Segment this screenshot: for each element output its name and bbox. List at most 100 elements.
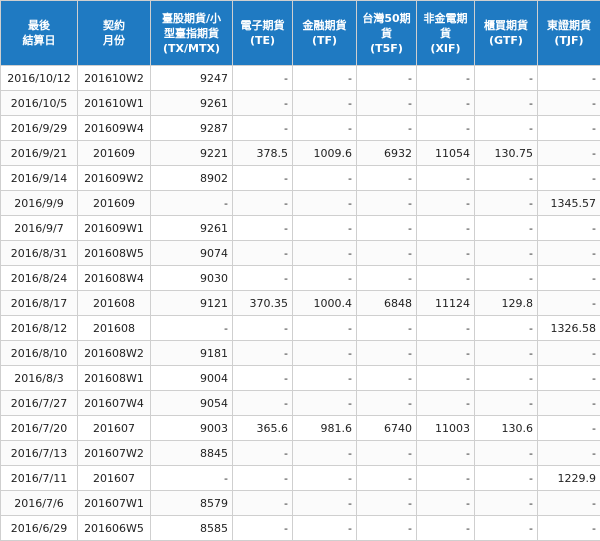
- header-text-line: 電子期貨: [235, 18, 290, 33]
- te-price-cell: 365.6: [233, 416, 293, 441]
- gtf-price-cell: -: [475, 316, 538, 341]
- tjf-price-cell: -: [538, 441, 600, 466]
- tx-mtx-price-cell: 8902: [151, 166, 233, 191]
- tjf-price-cell: 1229.9: [538, 466, 600, 491]
- contract-month-cell: 201608W4: [78, 266, 151, 291]
- t5f-price-cell: 6932: [357, 141, 417, 166]
- tx-mtx-price-cell: 9247: [151, 66, 233, 91]
- xif-price-cell: -: [417, 66, 475, 91]
- tf-price-cell: -: [293, 216, 357, 241]
- tf-price-cell: -: [293, 491, 357, 516]
- contract-month-cell: 201609W1: [78, 216, 151, 241]
- settlement-date-cell: 2016/8/24: [1, 266, 78, 291]
- tjf-price-cell: -: [538, 366, 600, 391]
- t5f-price-cell: -: [357, 441, 417, 466]
- te-price-cell: -: [233, 166, 293, 191]
- tx-mtx-price-cell: 9221: [151, 141, 233, 166]
- te-price-cell: -: [233, 516, 293, 541]
- tjf-price-cell: -: [538, 216, 600, 241]
- tx-mtx-price-cell: 8845: [151, 441, 233, 466]
- contract-month-cell: 201609: [78, 141, 151, 166]
- settlement-date-cell: 2016/9/7: [1, 216, 78, 241]
- tx-mtx-price-cell: 9181: [151, 341, 233, 366]
- gtf-price-cell: -: [475, 91, 538, 116]
- header-settlement-date: 最後結算日: [1, 1, 78, 66]
- gtf-price-cell: -: [475, 391, 538, 416]
- xif-price-cell: 11054: [417, 141, 475, 166]
- tjf-price-cell: -: [538, 91, 600, 116]
- contract-month-cell: 201608: [78, 291, 151, 316]
- settlement-date-cell: 2016/9/29: [1, 116, 78, 141]
- settlement-date-cell: 2016/7/6: [1, 491, 78, 516]
- t5f-price-cell: -: [357, 391, 417, 416]
- contract-month-cell: 201607W2: [78, 441, 151, 466]
- gtf-price-cell: -: [475, 341, 538, 366]
- gtf-price-cell: -: [475, 166, 538, 191]
- settlement-date-cell: 2016/7/27: [1, 391, 78, 416]
- tx-mtx-price-cell: 9261: [151, 216, 233, 241]
- xif-price-cell: -: [417, 91, 475, 116]
- tf-price-cell: -: [293, 241, 357, 266]
- t5f-price-cell: -: [357, 66, 417, 91]
- contract-month-cell: 201608W1: [78, 366, 151, 391]
- tx-mtx-price-cell: -: [151, 191, 233, 216]
- te-price-cell: -: [233, 91, 293, 116]
- t5f-price-cell: -: [357, 191, 417, 216]
- xif-price-cell: -: [417, 116, 475, 141]
- tf-price-cell: -: [293, 466, 357, 491]
- t5f-price-cell: -: [357, 91, 417, 116]
- te-price-cell: -: [233, 66, 293, 91]
- header-text-line: 貨: [359, 26, 414, 41]
- tf-price-cell: -: [293, 91, 357, 116]
- header-tjf: 東證期貨(TJF): [538, 1, 600, 66]
- te-price-cell: -: [233, 391, 293, 416]
- tf-price-cell: -: [293, 316, 357, 341]
- header-text-line: (TF): [295, 33, 354, 48]
- contract-month-cell: 201608W2: [78, 341, 151, 366]
- header-xif: 非金電期貨(XIF): [417, 1, 475, 66]
- table-row: 2016/7/11201607------1229.9: [1, 466, 600, 491]
- gtf-price-cell: 130.6: [475, 416, 538, 441]
- table-row: 2016/8/3201608W19004------: [1, 366, 600, 391]
- tx-mtx-price-cell: 9004: [151, 366, 233, 391]
- gtf-price-cell: -: [475, 191, 538, 216]
- tjf-price-cell: -: [538, 141, 600, 166]
- table-row: 2016/7/6201607W18579------: [1, 491, 600, 516]
- tx-mtx-price-cell: 9054: [151, 391, 233, 416]
- tf-price-cell: -: [293, 516, 357, 541]
- te-price-cell: -: [233, 316, 293, 341]
- settlement-price-table: 最後結算日契約月份臺股期貨/小型臺指期貨(TX/MTX)電子期貨(TE)金融期貨…: [0, 0, 600, 541]
- header-text-line: (T5F): [359, 41, 414, 56]
- gtf-price-cell: -: [475, 116, 538, 141]
- tx-mtx-price-cell: 9121: [151, 291, 233, 316]
- contract-month-cell: 201606W5: [78, 516, 151, 541]
- contract-month-cell: 201609W2: [78, 166, 151, 191]
- t5f-price-cell: -: [357, 216, 417, 241]
- tf-price-cell: -: [293, 191, 357, 216]
- tjf-price-cell: -: [538, 241, 600, 266]
- tx-mtx-price-cell: 9287: [151, 116, 233, 141]
- tf-price-cell: -: [293, 116, 357, 141]
- t5f-price-cell: -: [357, 316, 417, 341]
- tjf-price-cell: -: [538, 266, 600, 291]
- settlement-date-cell: 2016/7/11: [1, 466, 78, 491]
- gtf-price-cell: -: [475, 491, 538, 516]
- tf-price-cell: -: [293, 66, 357, 91]
- settlement-date-cell: 2016/8/3: [1, 366, 78, 391]
- t5f-price-cell: -: [357, 366, 417, 391]
- gtf-price-cell: -: [475, 66, 538, 91]
- xif-price-cell: -: [417, 266, 475, 291]
- te-price-cell: -: [233, 466, 293, 491]
- gtf-price-cell: -: [475, 441, 538, 466]
- tx-mtx-price-cell: 8579: [151, 491, 233, 516]
- table-row: 2016/10/12201610W29247------: [1, 66, 600, 91]
- header-t5f: 台灣50期貨(T5F): [357, 1, 417, 66]
- table-row: 2016/8/24201608W49030------: [1, 266, 600, 291]
- tjf-price-cell: 1345.57: [538, 191, 600, 216]
- contract-month-cell: 201609W4: [78, 116, 151, 141]
- gtf-price-cell: -: [475, 241, 538, 266]
- t5f-price-cell: 6740: [357, 416, 417, 441]
- xif-price-cell: -: [417, 391, 475, 416]
- settlement-date-cell: 2016/7/13: [1, 441, 78, 466]
- te-price-cell: -: [233, 216, 293, 241]
